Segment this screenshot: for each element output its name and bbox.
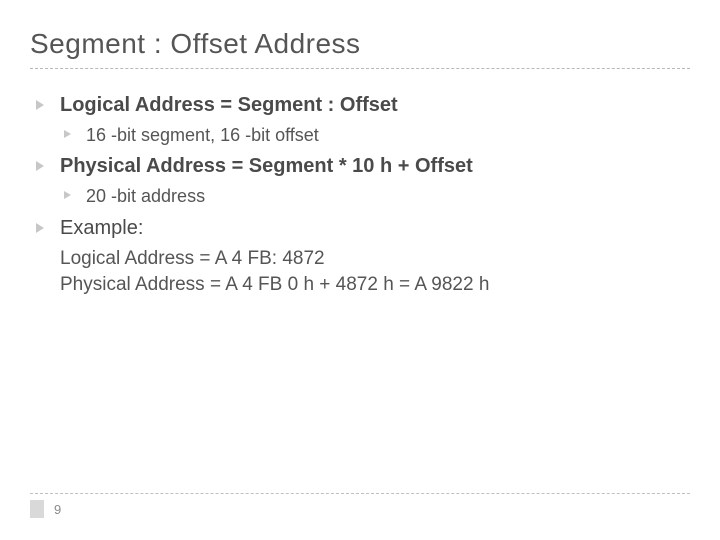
content-area: Logical Address = Segment : Offset 16 -b… xyxy=(30,92,690,299)
footer-divider xyxy=(30,493,690,494)
subbullet-20bit: 20 -bit address xyxy=(30,184,690,208)
subbullet-16bit: 16 -bit segment, 16 -bit offset xyxy=(30,123,690,147)
page-number: 9 xyxy=(54,502,61,517)
bullet-logical-address: Logical Address = Segment : Offset xyxy=(30,92,690,119)
bullet-physical-address: Physical Address = Segment * 10 h + Offs… xyxy=(30,153,690,180)
example-line-1: Logical Address = A 4 FB: 4872 xyxy=(60,246,690,273)
bullet-example: Example: xyxy=(30,215,690,242)
footer-block-icon xyxy=(30,500,44,518)
footer-row: 9 xyxy=(30,500,690,518)
slide-title: Segment : Offset Address xyxy=(30,28,690,60)
slide: Segment : Offset Address Logical Address… xyxy=(0,0,720,540)
example-body: Logical Address = A 4 FB: 4872 Physical … xyxy=(30,246,690,299)
example-line-2: Physical Address = A 4 FB 0 h + 4872 h =… xyxy=(60,272,690,299)
title-divider xyxy=(30,68,690,69)
title-block: Segment : Offset Address xyxy=(30,28,690,69)
footer: 9 xyxy=(30,493,690,518)
